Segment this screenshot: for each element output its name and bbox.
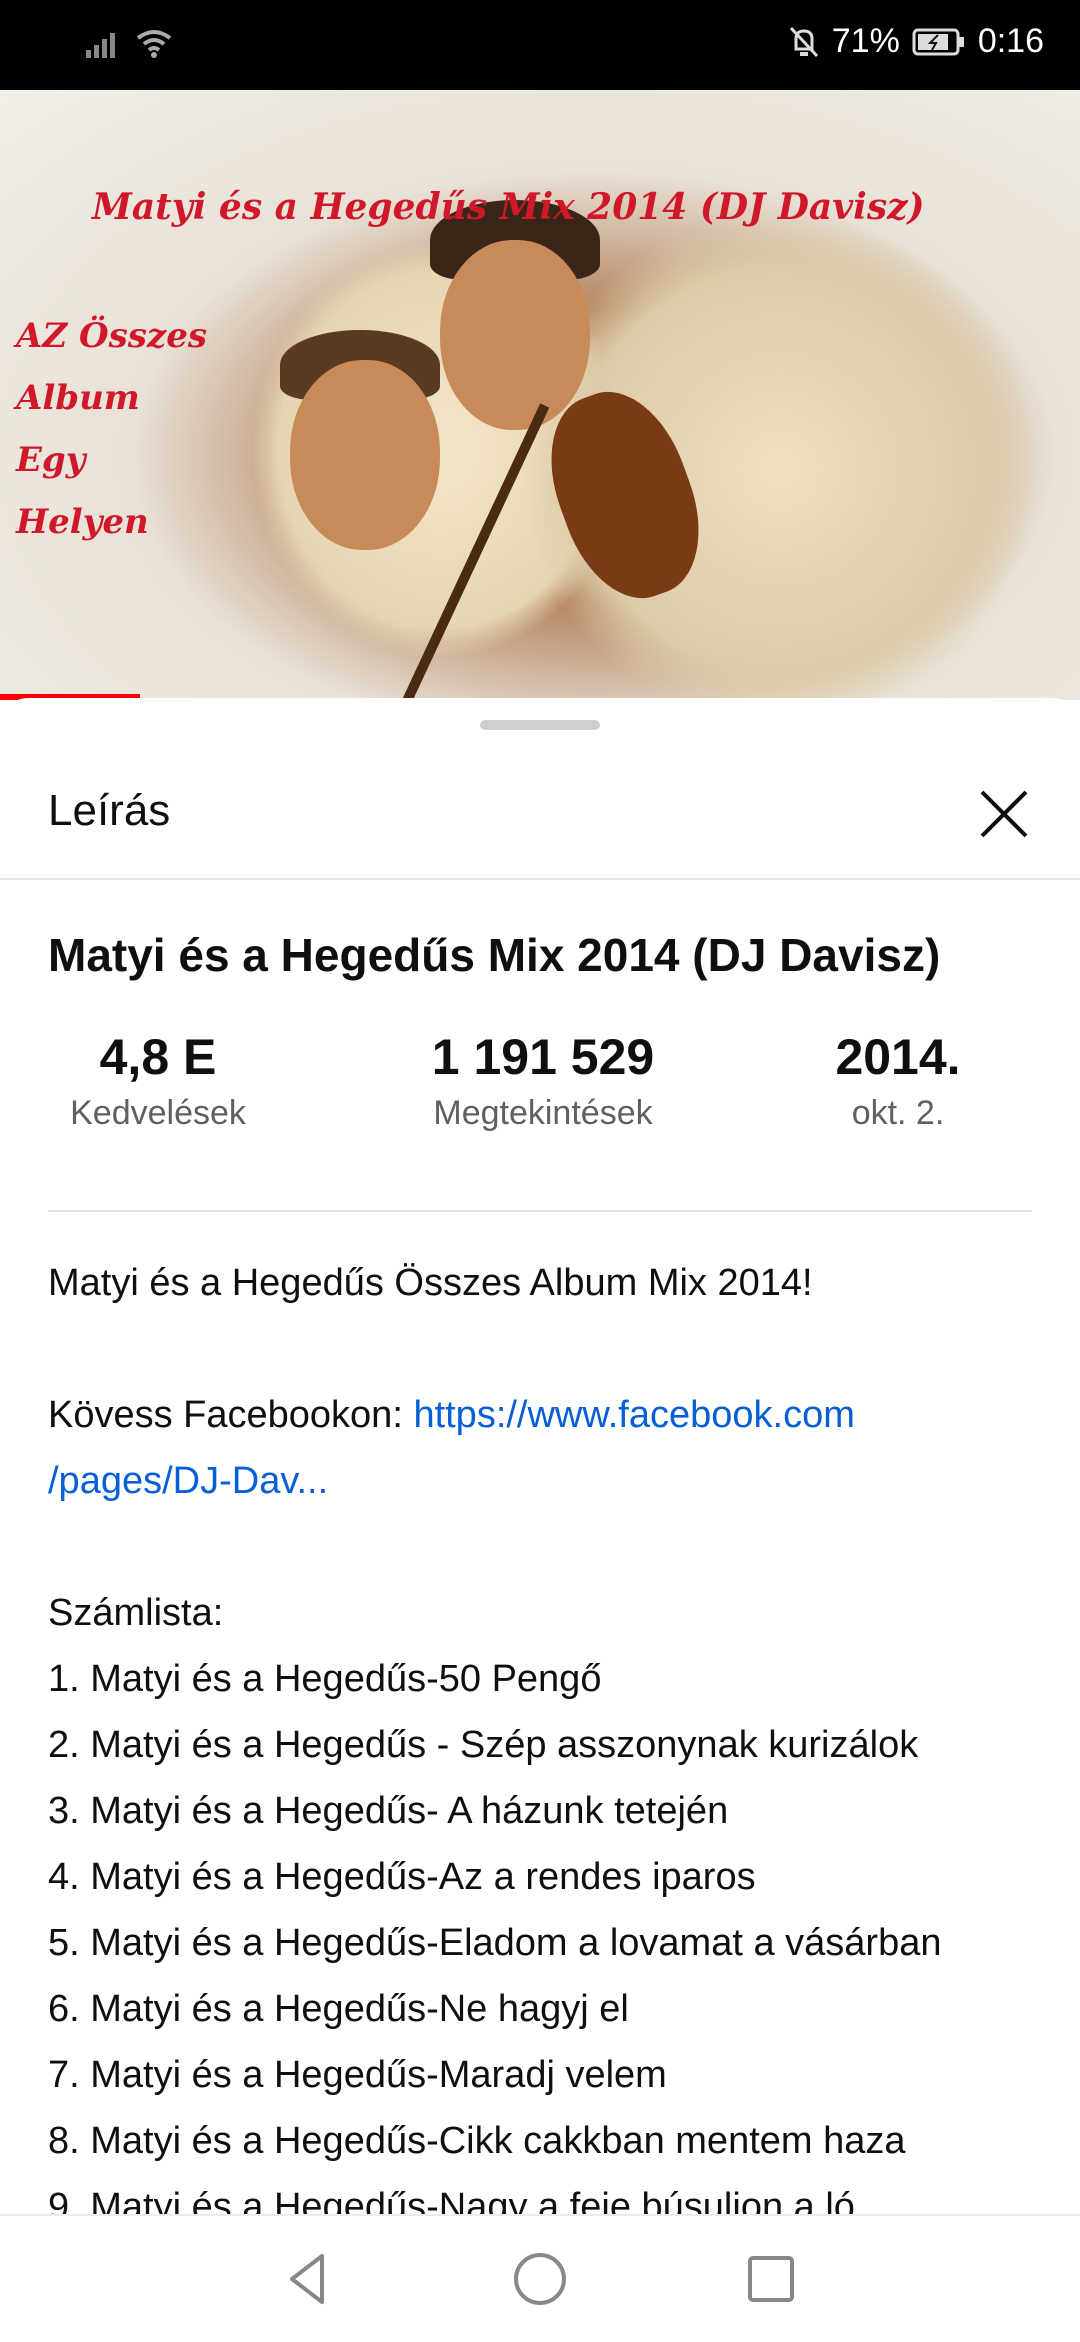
- stat-label: okt. 2.: [851, 1094, 945, 1132]
- battery-percent: 71%: [831, 22, 900, 60]
- track-item: 3. Matyi és a Hegedűs- A házunk tetején: [48, 1790, 729, 1832]
- track-item: 5. Matyi és a Hegedűs-Eladom a lovamat a…: [48, 1922, 942, 1964]
- stat-value: 1 191 529: [431, 1029, 655, 1085]
- video-thumbnail-figure: [290, 360, 440, 550]
- facebook-link[interactable]: https://www.facebook.com: [413, 1394, 854, 1436]
- back-icon: [290, 2254, 324, 2304]
- status-bar: 71% 0:16: [0, 0, 1080, 90]
- stat-views: 1 191 529 Megtekintések: [418, 1028, 668, 1133]
- facebook-line: Kövess Facebookon: https://www.facebook.…: [48, 1382, 1038, 1448]
- description-intro: Matyi és a Hegedűs Összes Album Mix 2014…: [48, 1262, 813, 1304]
- video-title: Matyi és a Hegedűs Mix 2014 (DJ Davisz): [48, 929, 941, 981]
- description-sheet: Leírás Matyi és a Hegedűs Mix 2014 (DJ D…: [0, 698, 1080, 2228]
- sheet-header: Leírás: [0, 750, 1080, 880]
- divider: [48, 1210, 1032, 1212]
- stat-value: 4,8 E: [99, 1029, 217, 1085]
- track-item: 7. Matyi és a Hegedűs-Maradj velem: [48, 2054, 667, 2096]
- thumbnail-side-line: Album: [16, 378, 140, 418]
- signal-icon: [86, 33, 115, 58]
- thumbnail-side-text: AZ Összes Album Egy Helyen: [16, 305, 207, 553]
- navigation-bar: [0, 2214, 1080, 2342]
- clock: 0:16: [977, 22, 1044, 60]
- stat-date: 2014. okt. 2.: [788, 1028, 1008, 1133]
- thumbnail-side-line: AZ Összes: [16, 316, 208, 356]
- thumbnail-side-line: Egy: [16, 440, 86, 480]
- facebook-prefix: Kövess Facebookon:: [48, 1394, 414, 1436]
- thumbnail-title-text: Matyi és a Hegedűs Mix 2014 (DJ Davisz): [92, 186, 925, 228]
- sheet-title: Leírás: [48, 786, 171, 835]
- track-item: 1. Matyi és a Hegedűs-50 Pengő: [48, 1658, 602, 1700]
- track-item: 8. Matyi és a Hegedűs-Cikk cakkban mente…: [48, 2120, 906, 2162]
- stat-likes: 4,8 E Kedvelések: [48, 1028, 268, 1133]
- thumbnail-side-line: Helyen: [16, 502, 149, 542]
- track-item: 2. Matyi és a Hegedűs - Szép asszonynak …: [48, 1724, 919, 1766]
- close-button[interactable]: [968, 778, 1040, 850]
- stats-row: 4,8 E Kedvelések 1 191 529 Megtekintések…: [48, 1028, 1032, 1148]
- track-item: 6. Matyi és a Hegedűs-Ne hagyj el: [48, 1988, 629, 2030]
- wifi-icon: [136, 30, 172, 58]
- bell-off-icon: [789, 26, 818, 57]
- video-player[interactable]: Matyi és a Hegedűs Mix 2014 (DJ Davisz) …: [0, 90, 1080, 700]
- stat-label: Kedvelések: [70, 1094, 246, 1132]
- description-text: Matyi és a Hegedűs Összes Album Mix 2014…: [48, 1250, 1038, 2240]
- drag-handle[interactable]: [480, 720, 600, 730]
- facebook-link-continued[interactable]: /pages/DJ-Dav...: [48, 1448, 1038, 1514]
- close-icon: [980, 790, 1028, 838]
- stat-label: Megtekintések: [433, 1094, 653, 1132]
- battery-icon: [912, 28, 964, 55]
- recents-button[interactable]: [738, 2246, 804, 2312]
- tracklist-heading: Számlista:: [48, 1592, 224, 1634]
- stat-value: 2014.: [835, 1029, 961, 1085]
- track-item: 4. Matyi és a Hegedűs-Az a rendes iparos: [48, 1856, 756, 1898]
- home-button[interactable]: [507, 2246, 573, 2312]
- video-thumbnail-figure: [440, 240, 590, 430]
- back-button[interactable]: [276, 2246, 342, 2312]
- home-icon: [514, 2253, 566, 2305]
- recents-icon: [748, 2256, 794, 2302]
